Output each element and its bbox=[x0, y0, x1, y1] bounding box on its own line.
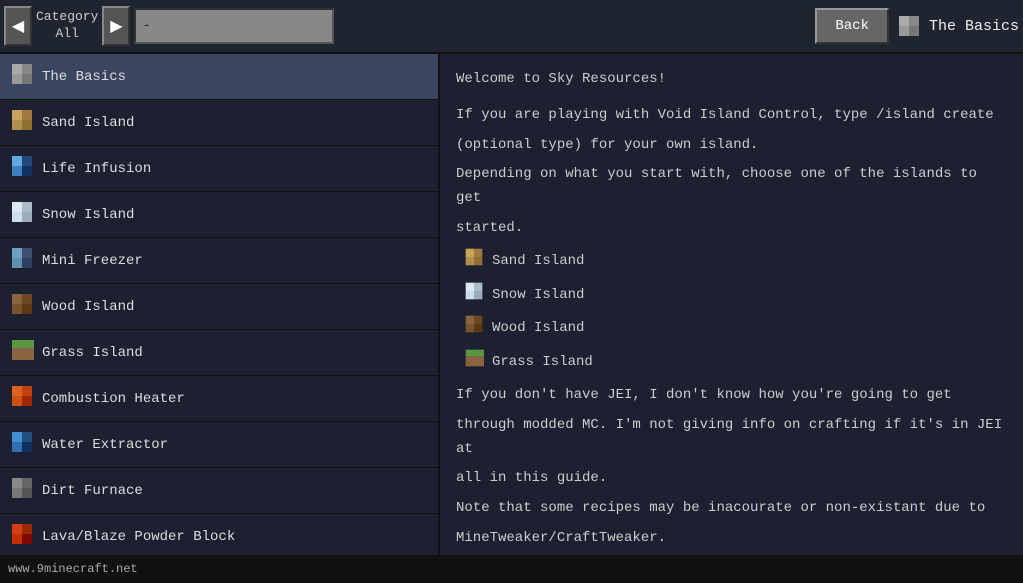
sidebar-item-snow-island[interactable]: Snow Island bbox=[0, 192, 438, 238]
watermark-text: www.9minecraft.net bbox=[8, 562, 138, 576]
content-paragraph-0: Welcome to Sky Resources! bbox=[456, 68, 1007, 92]
content-paragraph2-0: If you don't have JEI, I don't know how … bbox=[456, 384, 1007, 408]
sidebar-icon-combustion-heater bbox=[10, 384, 34, 413]
sidebar-item-grass-island[interactable]: Grass Island bbox=[0, 330, 438, 376]
island-icon-grass-island bbox=[464, 348, 484, 378]
island-list: Sand Island Snow Island Wood Island Grass I… bbox=[464, 247, 1007, 378]
search-input[interactable] bbox=[134, 8, 334, 44]
sidebar-label-grass-island: Grass Island bbox=[42, 345, 143, 361]
top-bar: ◀ Category All ▶ Back The Basics bbox=[0, 0, 1023, 54]
category-label: Category All bbox=[36, 9, 98, 43]
island-list-item-3: Grass Island bbox=[464, 348, 1007, 378]
sidebar-icon-dirt-furnace bbox=[10, 476, 34, 505]
sidebar-item-mini-freezer[interactable]: Mini Freezer bbox=[0, 238, 438, 284]
content-paragraph-3: (optional type) for your own island. bbox=[456, 134, 1007, 158]
sidebar-label-wood-island: Wood Island bbox=[42, 299, 134, 315]
sidebar-item-life-infusion[interactable]: Life Infusion bbox=[0, 146, 438, 192]
sidebar-item-wood-island[interactable]: Wood Island bbox=[0, 284, 438, 330]
content-header-title: The Basics bbox=[929, 18, 1019, 35]
sidebar-label-snow-island: Snow Island bbox=[42, 207, 134, 223]
island-list-item-0: Sand Island bbox=[464, 247, 1007, 277]
sidebar-icon-lava-blaze bbox=[10, 522, 34, 551]
sidebar-item-combustion-heater[interactable]: Combustion Heater bbox=[0, 376, 438, 422]
sidebar-icon-the-basics bbox=[10, 62, 34, 91]
sidebar-icon-mini-freezer bbox=[10, 246, 34, 275]
sidebar-icon-grass-island bbox=[10, 338, 34, 367]
island-label-1: Snow Island bbox=[492, 284, 584, 308]
sidebar-icon-water-extractor bbox=[10, 430, 34, 459]
sidebar-label-lava-blaze: Lava/Blaze Powder Block bbox=[42, 529, 235, 545]
back-button[interactable]: Back bbox=[815, 8, 889, 44]
island-label-0: Sand Island bbox=[492, 250, 584, 274]
category-prev-button[interactable]: ◀ bbox=[4, 6, 32, 46]
island-list-item-2: Wood Island bbox=[464, 314, 1007, 344]
sidebar-item-water-extractor[interactable]: Water Extractor bbox=[0, 422, 438, 468]
sidebar: The Basics Sand Island Life Infusion Snow I… bbox=[0, 54, 440, 555]
island-list-item-1: Snow Island bbox=[464, 281, 1007, 311]
top-bar-right: Back The Basics bbox=[815, 8, 1019, 44]
sidebar-label-life-infusion: Life Infusion bbox=[42, 161, 151, 177]
sidebar-label-the-basics: The Basics bbox=[42, 69, 126, 85]
sidebar-icon-sand-island bbox=[10, 108, 34, 137]
island-icon-sand-island bbox=[464, 247, 484, 277]
sidebar-item-sand-island[interactable]: Sand Island bbox=[0, 100, 438, 146]
content-paragraph-2: If you are playing with Void Island Cont… bbox=[456, 104, 1007, 128]
main-area: The Basics Sand Island Life Infusion Snow I… bbox=[0, 54, 1023, 555]
content-paragraph2-2: all in this guide. bbox=[456, 467, 1007, 491]
sidebar-label-combustion-heater: Combustion Heater bbox=[42, 391, 185, 407]
sidebar-label-dirt-furnace: Dirt Furnace bbox=[42, 483, 143, 499]
content-paragraph2-4: MineTweaker/CraftTweaker. bbox=[456, 527, 1007, 551]
content-paragraph-4: Depending on what you start with, choose… bbox=[456, 163, 1007, 211]
sidebar-label-sand-island: Sand Island bbox=[42, 115, 134, 131]
content-area: Welcome to Sky Resources! If you are play… bbox=[440, 54, 1023, 555]
sidebar-item-the-basics[interactable]: The Basics bbox=[0, 54, 438, 100]
bottom-bar: www.9minecraft.net bbox=[0, 555, 1023, 583]
island-icon-wood-island bbox=[464, 314, 484, 344]
sidebar-item-dirt-furnace[interactable]: Dirt Furnace bbox=[0, 468, 438, 514]
sidebar-label-mini-freezer: Mini Freezer bbox=[42, 253, 143, 269]
header-icon bbox=[897, 14, 921, 38]
content-paragraph2-1: through modded MC. I'm not giving info o… bbox=[456, 414, 1007, 462]
island-label-3: Grass Island bbox=[492, 351, 593, 375]
content-paragraph2-3: Note that some recipes may be inacourate… bbox=[456, 497, 1007, 521]
sidebar-item-lava-blaze[interactable]: Lava/Blaze Powder Block bbox=[0, 514, 438, 555]
content-paragraph-5: started. bbox=[456, 217, 1007, 241]
island-icon-snow-island bbox=[464, 281, 484, 311]
sidebar-icon-snow-island bbox=[10, 200, 34, 229]
island-label-2: Wood Island bbox=[492, 317, 584, 341]
sidebar-icon-life-infusion bbox=[10, 154, 34, 183]
sidebar-icon-wood-island bbox=[10, 292, 34, 321]
sidebar-label-water-extractor: Water Extractor bbox=[42, 437, 168, 453]
category-next-button[interactable]: ▶ bbox=[102, 6, 130, 46]
